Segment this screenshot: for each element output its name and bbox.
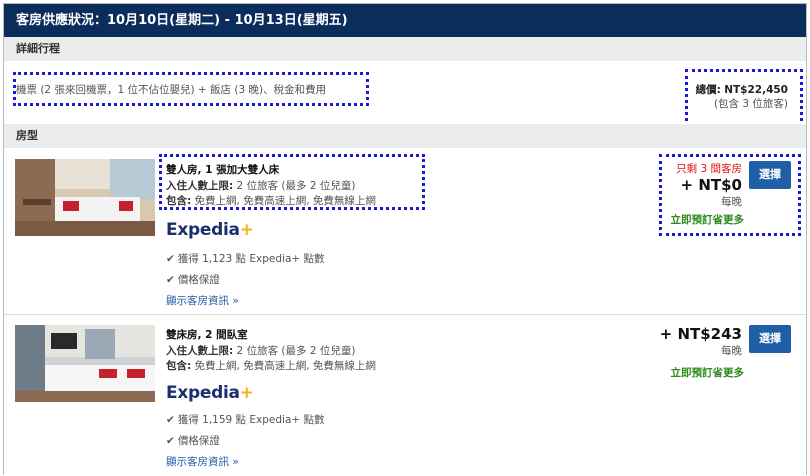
save-more-label: 立即預訂省更多 <box>670 367 745 379</box>
room-price: + NT$243 <box>659 325 742 343</box>
total-price-value: NT$22,450 <box>724 84 788 96</box>
show-room-info-label: 顯示客房資訊 <box>166 295 229 307</box>
room-photo[interactable] <box>15 159 155 236</box>
travelers-note: (包含 3 位旅客) <box>713 98 788 110</box>
room-occupancy: 入住人數上限: 2 位旅客 (最多 2 位兒童) <box>166 343 355 358</box>
check-icon: ✔ <box>166 274 175 286</box>
points-perk: ✔ 獲得 1,159 點 Expedia+ 點數 <box>166 412 325 427</box>
total-price-block: 總價: NT$22,450 (包含 3 位旅客) <box>696 83 788 111</box>
occupancy-value: 2 位旅客 (最多 2 位兒童) <box>236 345 356 357</box>
room-card: 雙床房, 2 間臥室 入住人數上限: 2 位旅客 (最多 2 位兒童) 包含: … <box>4 315 806 476</box>
includes-label: 包含: <box>166 195 192 207</box>
guarantee-text: 價格保證 <box>177 435 220 447</box>
room-includes: 包含: 免費上網, 免費高速上網, 免費無線上網 <box>166 193 376 208</box>
per-night-label: 每晚 <box>721 196 742 208</box>
expedia-plus-logo: Expedia+ <box>166 220 254 240</box>
total-price-label: 總價: <box>695 84 721 96</box>
chevron-down-icon: » <box>232 295 239 307</box>
room-card: 雙人房, 1 張加大雙人床 入住人數上限: 2 位旅客 (最多 2 位兒童) 包… <box>4 148 806 314</box>
itinerary-description: 機票 (2 張來回機票，1 位不佔位嬰兒) + 飯店 (3 晚)、稅金和費用 <box>16 84 327 96</box>
room-name: 雙床房, 2 間臥室 <box>166 329 248 341</box>
per-night-label: 每晚 <box>721 345 742 357</box>
points-text: 獲得 1,159 點 Expedia+ 點數 <box>177 414 325 426</box>
room-name: 雙人房, 1 張加大雙人床 <box>166 164 280 176</box>
brand-name: Expedia <box>166 383 240 403</box>
occupancy-value: 2 位旅客 (最多 2 位兒童) <box>236 180 356 192</box>
room-photo[interactable] <box>15 325 155 402</box>
room-price: + NT$0 <box>680 176 742 194</box>
room-includes: 包含: 免費上網, 免費高速上網, 免費無線上網 <box>166 358 376 373</box>
includes-value: 免費上網, 免費高速上網, 免費無線上網 <box>194 360 376 372</box>
availability-panel: 客房供應狀況：10月10日(星期二) - 10月13日(星期五) 詳細行程 機票… <box>3 3 807 475</box>
select-room-button[interactable]: 選擇 <box>749 161 791 189</box>
guarantee-perk: ✔ 價格保證 <box>166 433 220 448</box>
show-room-info-link[interactable]: 顯示客房資訊 » <box>166 293 239 308</box>
price-box: + NT$243 每晚 <box>660 325 742 358</box>
check-icon: ✔ <box>166 435 175 447</box>
occupancy-label: 入住人數上限: <box>166 180 234 192</box>
brand-name: Expedia <box>166 220 240 240</box>
points-text: 獲得 1,123 點 Expedia+ 點數 <box>177 253 325 265</box>
occupancy-label: 入住人數上限: <box>166 345 234 357</box>
select-room-button[interactable]: 選擇 <box>749 325 791 353</box>
brand-plus: + <box>239 220 254 240</box>
guarantee-text: 價格保證 <box>177 274 220 286</box>
expedia-plus-logo: Expedia+ <box>166 383 254 403</box>
check-icon: ✔ <box>166 253 175 265</box>
includes-value: 免費上網, 免費高速上網, 免費無線上網 <box>194 195 376 207</box>
price-box: 只剩 3 間客房 + NT$0 每晚 <box>676 161 742 209</box>
brand-plus: + <box>239 383 254 403</box>
itinerary-section-label: 詳細行程 <box>4 37 806 61</box>
points-perk: ✔ 獲得 1,123 點 Expedia+ 點數 <box>166 251 325 266</box>
save-more-label: 立即預訂省更多 <box>670 214 745 226</box>
show-room-info-label: 顯示客房資訊 <box>166 456 229 468</box>
chevron-down-icon: » <box>232 456 239 468</box>
check-icon: ✔ <box>166 414 175 426</box>
guarantee-perk: ✔ 價格保證 <box>166 272 220 287</box>
room-type-section-label: 房型 <box>4 124 806 148</box>
availability-header: 客房供應狀況：10月10日(星期二) - 10月13日(星期五) <box>4 4 806 37</box>
scarcity-note: 只剩 3 間客房 <box>676 163 742 175</box>
room-occupancy: 入住人數上限: 2 位旅客 (最多 2 位兒童) <box>166 178 355 193</box>
show-room-info-link[interactable]: 顯示客房資訊 » <box>166 454 239 469</box>
includes-label: 包含: <box>166 360 192 372</box>
